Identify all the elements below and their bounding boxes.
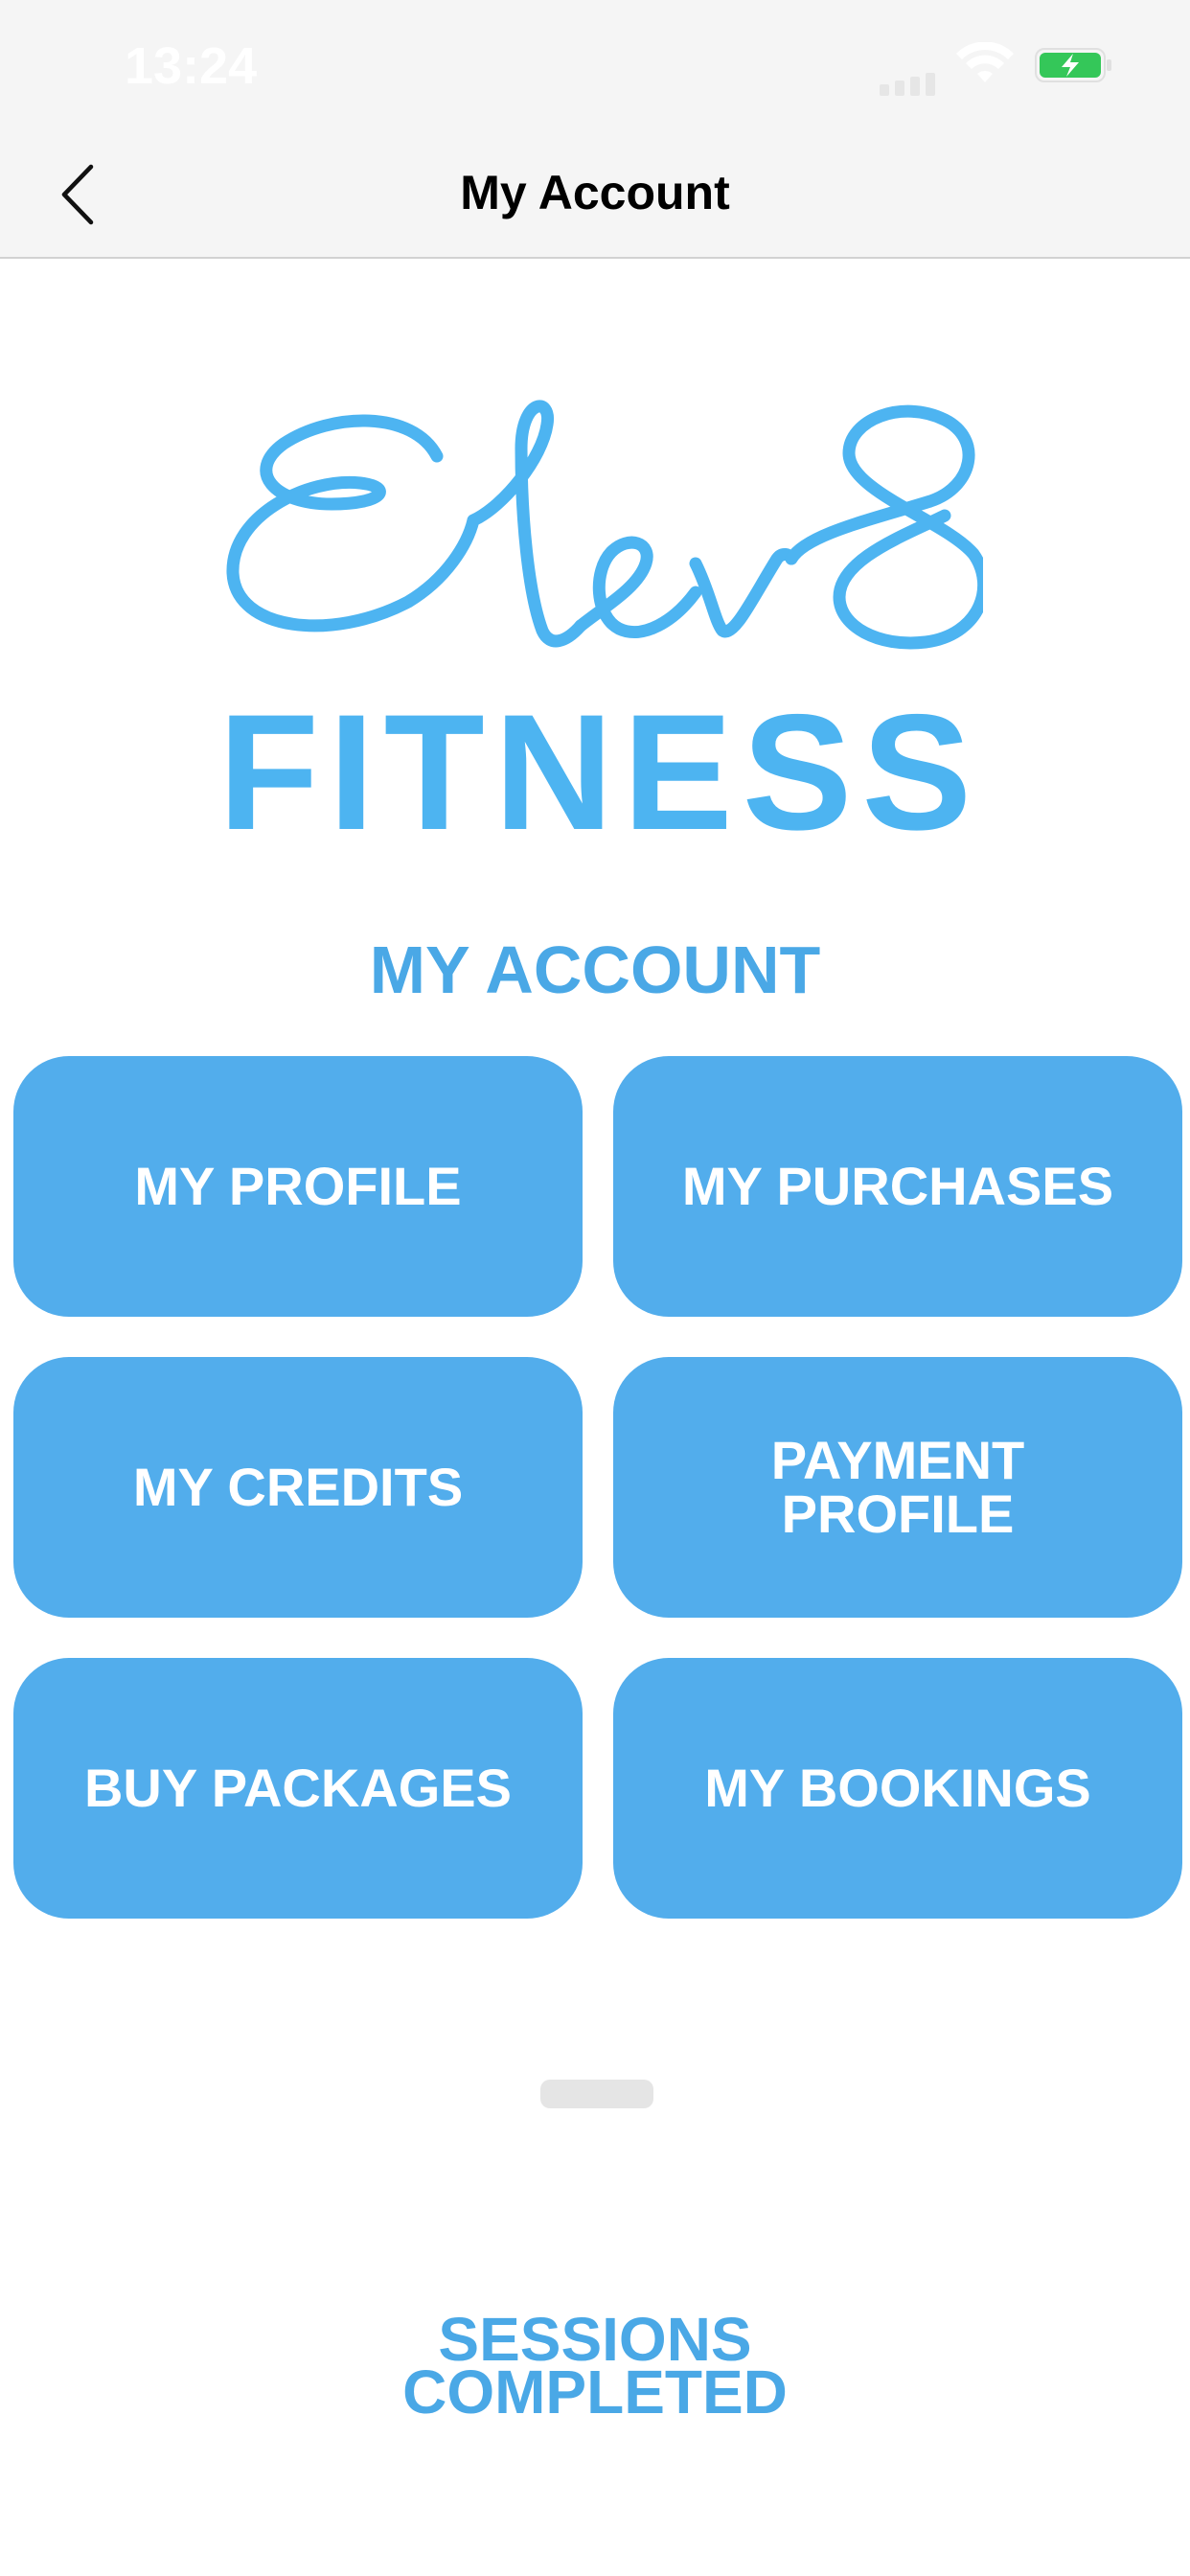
wifi-icon [956,42,1014,82]
account-menu-grid: MY PROFILE MY PURCHASES MY CREDITS PAYME… [13,1056,1182,1919]
battery-charging-icon [1035,48,1111,82]
page-indicator[interactable] [540,2080,653,2108]
my-bookings-button[interactable]: MY BOOKINGS [613,1658,1182,1919]
my-purchases-button[interactable]: MY PURCHASES [613,1056,1182,1317]
my-account-screen: 13:24 My Account FITNESS MY ACCOUNT MY P… [0,0,1190,2576]
sessions-completed-label: SESSIONS COMPLETED [402,2305,788,2427]
page-title: My Account [460,166,730,219]
my-credits-button[interactable]: MY CREDITS [13,1357,583,1618]
brand-logo: FITNESS [217,391,983,870]
logo-script-elev8 [226,400,983,650]
status-time: 13:24 [125,37,258,95]
payment-profile-button[interactable]: PAYMENT PROFILE [613,1357,1182,1618]
buy-packages-button[interactable]: BUY PACKAGES [13,1658,583,1919]
my-profile-button[interactable]: MY PROFILE [13,1056,583,1317]
top-bar: 13:24 My Account [0,0,1190,259]
section-title: MY ACCOUNT [369,932,821,1007]
logo-fitness-text: FITNESS [217,680,982,864]
cellular-signal-icon [880,73,935,96]
